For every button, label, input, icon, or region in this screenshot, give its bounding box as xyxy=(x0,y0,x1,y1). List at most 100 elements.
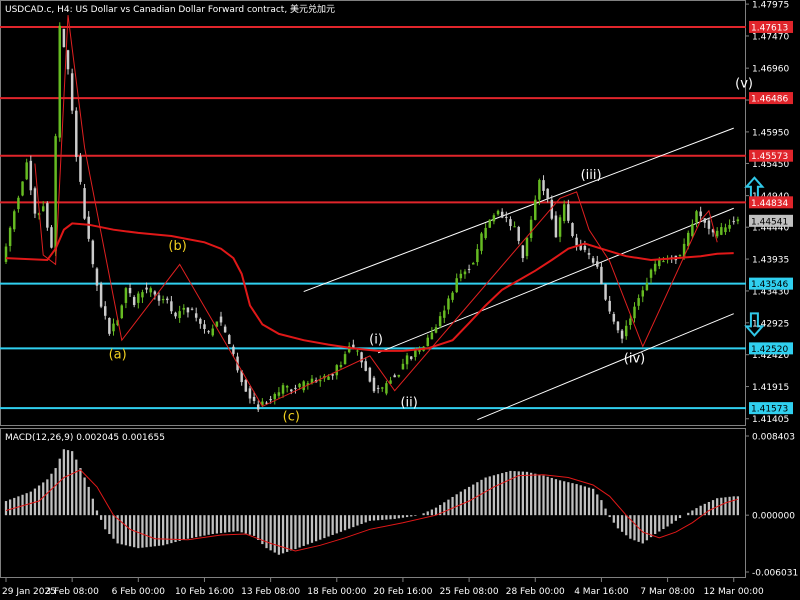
candle-body xyxy=(538,179,541,200)
candle-body xyxy=(248,388,252,399)
candle-body xyxy=(128,287,132,294)
candle-body xyxy=(480,233,483,251)
wave-label: (iii) xyxy=(581,168,602,183)
candle-body xyxy=(343,354,347,365)
candle-body xyxy=(360,352,363,363)
time-tick-label: 4 Mar 16:00 xyxy=(574,587,629,597)
candle-body xyxy=(170,301,173,312)
candle-body xyxy=(459,273,463,279)
candle-body xyxy=(728,224,731,229)
candle-body xyxy=(426,337,429,347)
candle-body xyxy=(8,227,12,247)
candle-body xyxy=(525,237,529,257)
candle-body xyxy=(575,237,578,246)
price-tick-label: 1.45950 xyxy=(752,128,789,138)
candle-body xyxy=(50,227,53,248)
candle-body xyxy=(546,188,549,200)
macd-label: MACD(12,26,9) 0.002045 0.001655 xyxy=(5,433,165,443)
chart-background xyxy=(0,0,800,600)
candle-body xyxy=(637,298,640,306)
candle-body xyxy=(108,317,111,334)
level-label: 1.44834 xyxy=(751,199,788,209)
candle-body xyxy=(124,288,128,303)
candle-body xyxy=(79,156,82,182)
candle-body xyxy=(277,392,281,396)
price-tick-label: 1.41915 xyxy=(752,383,789,393)
candle-body xyxy=(281,385,285,394)
candle-body xyxy=(393,375,396,378)
candle-body xyxy=(732,221,735,223)
candle-body xyxy=(500,211,504,218)
candle-body xyxy=(41,206,45,212)
price-tick-label: 1.46960 xyxy=(752,65,789,75)
candle-body xyxy=(120,305,124,319)
candle-body xyxy=(587,253,591,255)
candle-body xyxy=(95,268,99,286)
candle-body xyxy=(484,227,487,238)
candle-body xyxy=(319,380,322,382)
candle-body xyxy=(219,316,223,323)
candle-body xyxy=(223,326,227,333)
candle-body xyxy=(488,219,492,228)
chart-title: USDCAD.c, H4: US Dollar vs Canadian Doll… xyxy=(5,3,335,15)
candle-body xyxy=(401,363,405,370)
candle-body xyxy=(451,292,454,300)
candle-body xyxy=(381,387,384,389)
candle-body xyxy=(509,219,512,227)
macd-tick-label: 0.000000 xyxy=(752,512,795,522)
candle-body xyxy=(190,308,194,310)
candle-body xyxy=(476,249,479,263)
candle-body xyxy=(66,50,70,70)
candle-body xyxy=(244,380,248,392)
level-label: 1.41573 xyxy=(751,405,788,415)
candle-body xyxy=(232,346,235,354)
candle-body xyxy=(604,284,607,300)
candle-body xyxy=(447,298,450,310)
candle-body xyxy=(352,344,355,348)
candle-body xyxy=(157,295,161,301)
time-tick-label: 6 Feb 00:00 xyxy=(112,587,166,597)
candle-body xyxy=(385,383,388,394)
candle-body xyxy=(720,227,723,235)
price-tick-label: 1.43935 xyxy=(752,256,789,266)
candle-body xyxy=(463,271,467,275)
candle-body xyxy=(166,298,169,301)
time-tick-label: 28 Feb 00:00 xyxy=(506,587,565,597)
candle-body xyxy=(376,387,380,389)
candle-body xyxy=(285,385,289,388)
candle-body xyxy=(75,110,78,157)
level-label: 1.43546 xyxy=(751,280,788,290)
candle-body xyxy=(724,227,727,233)
candle-body xyxy=(372,377,376,392)
candle-body xyxy=(438,316,442,327)
wave-label: (ii) xyxy=(400,395,417,410)
candle-body xyxy=(583,245,587,250)
candle-body xyxy=(699,211,702,217)
candle-body xyxy=(471,263,475,265)
candle-body xyxy=(58,25,61,138)
time-tick-label: 18 Feb 00:00 xyxy=(307,587,366,597)
candle-body xyxy=(228,335,231,344)
candle-body xyxy=(695,211,698,223)
candle-body xyxy=(517,227,520,241)
candle-body xyxy=(600,266,603,285)
wave-label: (v) xyxy=(735,77,753,92)
candle-body xyxy=(567,204,570,221)
candle-body xyxy=(137,293,140,303)
candle-body xyxy=(608,300,611,312)
candle-body xyxy=(161,298,165,301)
level-label: 1.46486 xyxy=(751,95,788,105)
candle-body xyxy=(633,306,636,319)
time-tick-label: 20 Feb 16:00 xyxy=(373,587,432,597)
candle-body xyxy=(624,325,628,337)
candle-body xyxy=(46,203,49,228)
candle-body xyxy=(434,327,438,333)
candle-body xyxy=(591,258,595,263)
candle-body xyxy=(273,394,277,400)
candle-body xyxy=(182,307,186,310)
candle-body xyxy=(542,180,545,191)
candle-body xyxy=(521,245,525,259)
candle-body xyxy=(335,365,339,376)
candle-body xyxy=(91,240,95,265)
candle-body xyxy=(298,383,301,388)
